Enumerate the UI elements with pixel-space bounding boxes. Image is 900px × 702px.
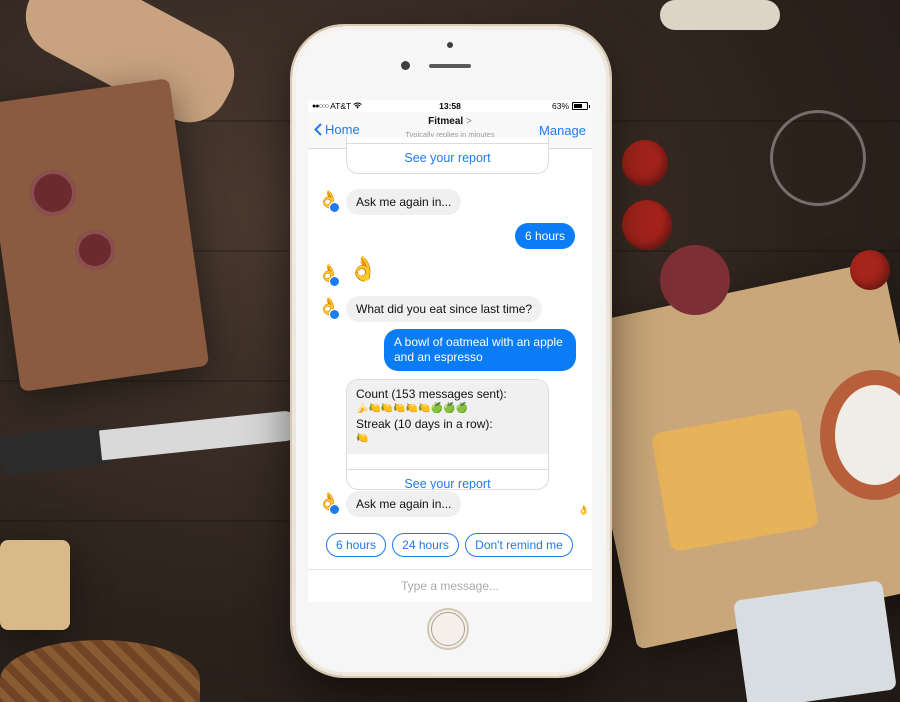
status-bar: ●●○○○ AT&T 13:58 63%: [308, 100, 592, 112]
messenger-badge-icon: [329, 309, 340, 320]
message-input[interactable]: Type a message...: [308, 569, 592, 602]
messenger-badge-icon: [329, 276, 340, 287]
streak-label: Streak (10 days in a row):: [356, 417, 493, 431]
ok-emoji-message: 👌: [348, 256, 378, 283]
earpiece-speaker: [429, 64, 471, 68]
see-report-link[interactable]: See your report: [347, 143, 548, 173]
tomato: [622, 140, 668, 186]
stats-card: Count (153 messages sent): 🍌🍋🍋🍋🍋🍋🍏🍏🍏 Str…: [346, 379, 549, 490]
message-input-placeholder: Type a message...: [400, 579, 500, 593]
bot-avatar: 👌: [318, 492, 340, 515]
message-thread[interactable]: See your report 👌 Ask me again in... 6 h…: [308, 137, 592, 569]
tomato: [850, 250, 890, 290]
bot-message: What did you eat since last time?: [346, 296, 543, 322]
quick-reply-24-hours[interactable]: 24 hours: [392, 533, 459, 557]
battery-percent: 63%: [551, 101, 569, 111]
read-receipt-icon: 👌: [578, 505, 590, 515]
cheese-wedge: [650, 407, 820, 553]
blue-cheese: [733, 580, 897, 702]
tomato: [622, 200, 672, 250]
bot-message: Ask me again in...: [346, 491, 462, 517]
knife-blade: [98, 409, 302, 461]
quick-reply-6-hours[interactable]: 6 hours: [326, 533, 386, 557]
user-message: 6 hours: [515, 223, 576, 249]
quick-reply-dont-remind[interactable]: Don't remind me: [465, 533, 573, 557]
front-camera: [401, 61, 410, 70]
clock: 13:58: [439, 101, 461, 111]
chevron-right-icon: >: [465, 116, 472, 127]
quick-replies: 6 hours 24 hours Don't remind me: [308, 533, 592, 559]
report-card: See your report: [346, 137, 549, 174]
bread-piece: [0, 540, 70, 630]
messenger-badge-icon: [329, 202, 340, 213]
iphone-frame: ●●○○○ AT&T 13:58 63% Home Fitmeal > Typi…: [292, 26, 610, 676]
stats-card-body: Count (153 messages sent): 🍌🍋🍋🍋🍋🍋🍏🍏🍏 Str…: [347, 380, 548, 454]
fig: [660, 245, 730, 315]
bot-avatar: 👌: [318, 297, 340, 320]
battery-icon: [572, 102, 590, 110]
salami-slice: [75, 230, 115, 270]
messenger-badge-icon: [329, 504, 340, 515]
home-button[interactable]: [427, 608, 469, 650]
see-report-link[interactable]: See your report: [347, 469, 548, 489]
bot-avatar: 👌: [318, 264, 340, 287]
bot-name: Fitmeal: [428, 116, 464, 127]
user-message: A bowl of oatmeal with an apple and an e…: [384, 329, 576, 371]
bot-message: Ask me again in...: [346, 189, 462, 215]
napkin: [660, 0, 780, 30]
bot-avatar: 👌: [318, 190, 340, 213]
glass: [770, 110, 866, 206]
salami-slice: [30, 170, 76, 216]
messenger-screen: ●●○○○ AT&T 13:58 63% Home Fitmeal > Typi…: [308, 100, 592, 602]
proximity-sensor: [447, 42, 453, 48]
knife-handle: [0, 424, 112, 476]
count-emojis: 🍌🍋🍋🍋🍋🍋🍏🍏🍏: [356, 403, 469, 414]
streak-emoji: 🍋: [356, 433, 369, 444]
basket: [0, 640, 200, 702]
count-label: Count (153 messages sent):: [356, 387, 507, 401]
manage-button[interactable]: Manage: [539, 123, 586, 138]
